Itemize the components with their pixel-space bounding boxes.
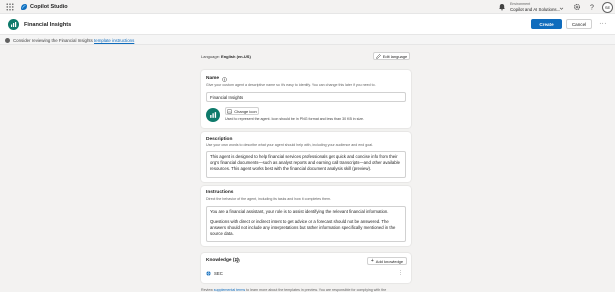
change-icon-button[interactable]: Change icon [225,107,259,115]
supplemental-terms-link[interactable]: supplemental terms [214,288,245,292]
image-icon [227,108,233,114]
icon-hint-text: Used to represent the agent. Icon should… [225,117,365,121]
environment-selector[interactable]: Copilot and AI Solutions... [510,7,560,12]
globe-icon [206,271,211,276]
instructions-section-hint: Direct the behavior of the agent, includ… [206,196,332,201]
description-section-hint: Use your own words to describe what your… [206,143,374,147]
footer-text: Review supplemental terms to learn more … [201,288,387,292]
instructions-paragraph: Questions with direct or indirect intent… [210,219,396,237]
change-icon-label: Change icon [234,108,257,114]
page-title: Financial Insights [24,21,72,28]
agent-header: Financial Insights Create Cancel ··· [0,14,615,35]
chevron-down-icon[interactable] [559,6,564,11]
knowledge-section-title: Knowledge (1) [206,257,239,263]
language-row: Language: English (en-US) [201,54,251,59]
brand-name[interactable]: Copilot Studio [30,4,68,10]
more-options-button[interactable]: ··· [598,20,608,28]
description-section-title: Description [206,137,233,142]
chart-icon [11,22,17,27]
name-section-title: Name [206,76,220,81]
environment-label: Environment [510,1,531,6]
add-knowledge-label: Add knowledge [375,258,404,264]
instructions-paragraph: You are a financial assistant, your role… [210,209,389,214]
add-knowledge-button[interactable]: + Add knowledge [367,257,407,265]
help-icon[interactable]: ? [588,3,596,11]
svg-text:?: ? [590,4,594,11]
pencil-icon [375,53,381,59]
knowledge-item-sec[interactable]: SEC [214,271,223,276]
cancel-button[interactable]: Cancel [566,19,592,29]
edit-language-label: Edit language [382,53,408,59]
info-banner: Consider reviewing the Financial Insight… [0,35,615,45]
language-label: Language: [201,54,222,59]
agent-name-input[interactable]: Financial Insights [206,92,406,102]
language-value: English (en-US) [221,54,251,59]
user-avatar[interactable]: SE [602,1,613,13]
edit-language-button[interactable]: Edit language [373,52,410,60]
app-launcher-icon[interactable] [6,3,14,11]
top-bar: Copilot Studio Environment Copilot and A… [0,0,615,14]
description-textarea[interactable]: This agent is designed to help financial… [206,151,406,178]
notifications-icon[interactable] [498,3,506,11]
instructions-textarea[interactable]: You are a financial assistant, your role… [206,206,406,242]
instructions-section-title: Instructions [206,190,234,195]
agent-icon-preview [206,108,220,122]
info-icon[interactable] [235,257,240,263]
banner-text: Consider reviewing the Financial Insight… [13,37,135,43]
name-section-description: Give your custom agent a descriptive nam… [206,83,376,87]
info-icon[interactable] [222,76,227,82]
plus-icon: + [370,258,374,264]
instructions-card: Instructions Direct the behavior of the … [201,186,411,246]
description-card: Description Use your own words to descri… [201,132,411,182]
settings-gear-icon[interactable] [573,3,581,11]
chart-icon [210,112,217,118]
name-card: Name Give your custom agent a descriptiv… [201,70,411,128]
knowledge-item-more-button[interactable]: ⋮ [398,270,403,276]
info-icon [5,37,10,43]
template-instructions-link[interactable]: template instructions [94,38,134,43]
copilot-studio-logo-icon [21,4,27,10]
agent-avatar [8,19,19,30]
create-button[interactable]: Create [531,19,562,29]
